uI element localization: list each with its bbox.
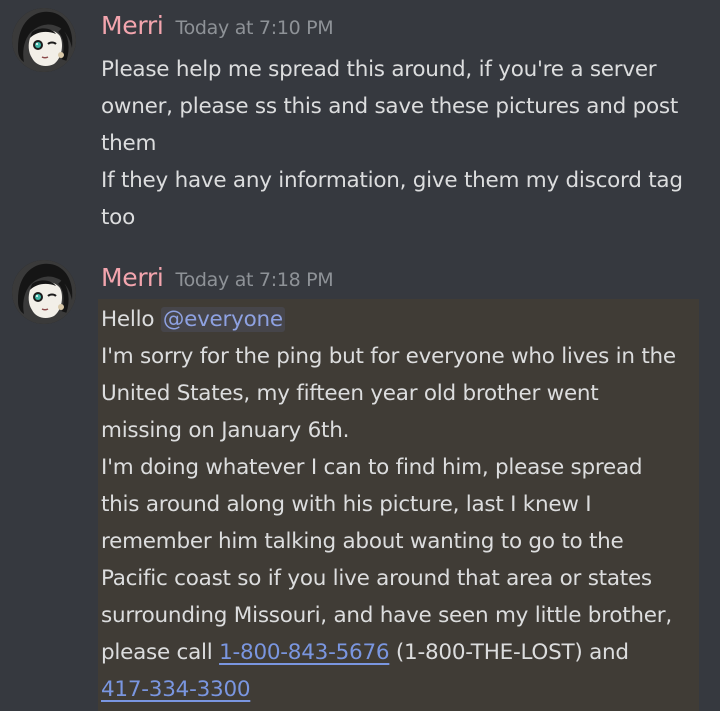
chat-message-list: Merri Today at 7:10 PM Please help me sp… [0,0,720,711]
message-text-line: If they have any information, give them … [101,168,683,193]
message-text-line: United States, my fifteen year old broth… [101,381,599,406]
avatar[interactable] [12,260,76,324]
message-text-line: I'm doing whatever I can to find him, pl… [101,455,643,480]
timestamp: Today at 7:10 PM [175,17,334,39]
message-header: Merri Today at 7:18 PM [101,263,334,292]
phone-link[interactable]: 417-334-3300 [101,677,251,702]
username[interactable]: Merri [101,11,164,40]
message-header: Merri Today at 7:10 PM [101,11,334,40]
call-prefix-text: please call [101,640,220,665]
anime-character-avatar-icon [12,8,76,72]
message-text-line: remember him talking about wanting to go… [101,529,624,554]
message-text-line: Please help me spread this around, if yo… [101,57,657,82]
message-text-line: surrounding Missouri, and have seen my l… [101,603,672,628]
message-text-line: this around along with his picture, last… [101,492,592,517]
message-text-line: missing on January 6th. [101,418,350,443]
message-text-line: them [101,131,157,156]
everyone-mention[interactable]: @everyone [160,307,285,332]
phone-suffix-text: (1-800-THE-LOST) and [389,640,629,665]
timestamp: Today at 7:18 PM [175,269,334,291]
greeting-text: Hello [101,307,161,332]
message-text-line: too [101,205,135,230]
message-text-line: Pacific coast so if you live around that… [101,566,652,591]
avatar[interactable] [12,8,76,72]
message-text-line: please call 1-800-843-5676 (1-800-THE-LO… [101,638,629,668]
phone-link[interactable]: 1-800-843-5676 [219,640,390,665]
message-text-line: I'm sorry for the ping but for everyone … [101,344,676,369]
message-text-line: Hello @everyone [101,305,285,335]
username[interactable]: Merri [101,263,164,292]
anime-character-avatar-icon [12,260,76,324]
message-text-line: 417-334-3300 [101,675,251,705]
message-text-line: owner, please ss this and save these pic… [101,94,679,119]
